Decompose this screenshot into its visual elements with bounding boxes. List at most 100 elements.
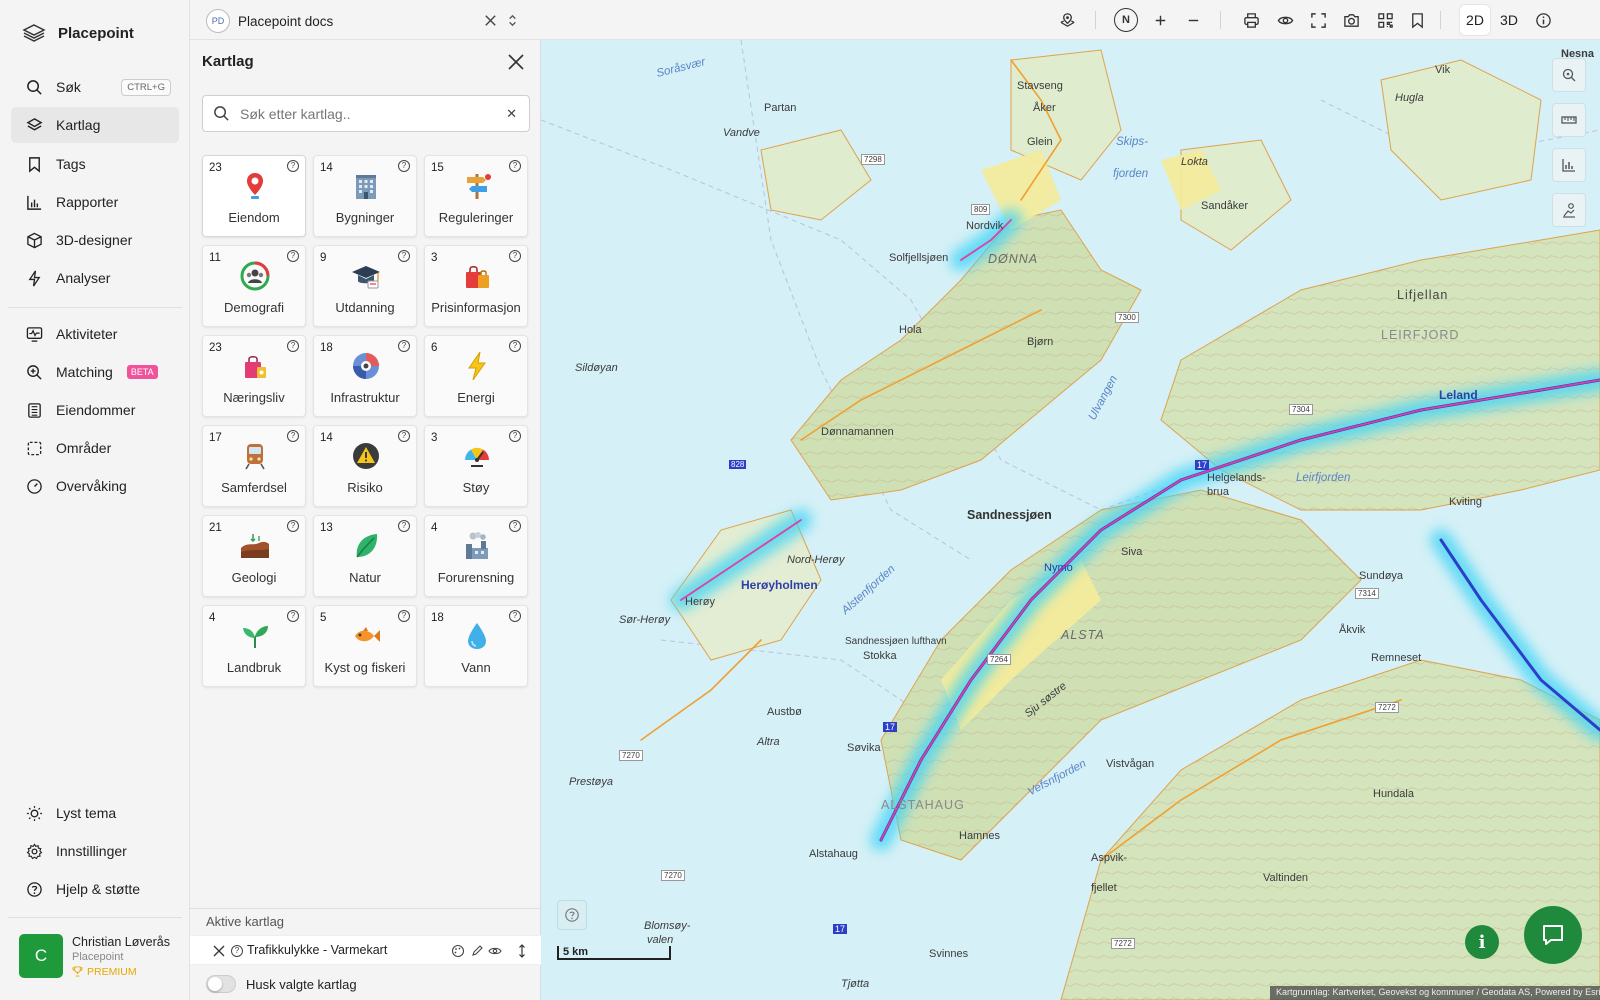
- nav-item-overvaking[interactable]: Overvåking: [11, 468, 179, 504]
- category-card-kyst-og-fiskeri[interactable]: 5 ? Kyst og fiskeri: [313, 605, 417, 687]
- help-icon[interactable]: ?: [398, 160, 410, 172]
- chat-button[interactable]: [1524, 906, 1582, 964]
- print-button[interactable]: [1240, 9, 1262, 31]
- category-card-forurensning[interactable]: 4 ? Forurensning: [424, 515, 528, 597]
- help-icon[interactable]: ?: [509, 610, 521, 622]
- zoom-out-button[interactable]: [1182, 9, 1204, 31]
- road-number: 7272: [1111, 938, 1135, 949]
- help-icon[interactable]: ?: [231, 945, 243, 957]
- category-card-prisinformasjon[interactable]: 3 ? Prisinformasjon: [424, 245, 528, 327]
- help-icon[interactable]: ?: [287, 430, 299, 442]
- nav-item-label: Matching: [56, 364, 113, 380]
- help-icon[interactable]: ?: [509, 160, 521, 172]
- palette-icon[interactable]: [451, 944, 465, 958]
- zoom-in-button[interactable]: [1149, 9, 1171, 31]
- nav-item-3d-designer[interactable]: 3D-designer: [11, 222, 179, 258]
- nav-item-aktiviteter[interactable]: Aktiviteter: [11, 316, 179, 352]
- workspace-switch-button[interactable]: [501, 9, 523, 31]
- map-view[interactable]: Soråsvær Nesna Vik Hugla Stavseng Åker P…: [541, 40, 1600, 1000]
- nav-item-sok[interactable]: Søk CTRL+G: [11, 69, 179, 105]
- help-icon[interactable]: ?: [398, 340, 410, 352]
- nav-item-lyst-tema[interactable]: Lyst tema: [11, 795, 179, 831]
- category-card-natur[interactable]: 13 ? Natur: [313, 515, 417, 597]
- category-card-vann[interactable]: 18 ? Vann: [424, 605, 528, 687]
- category-card-samferdsel[interactable]: 17 ? Samferdsel: [202, 425, 306, 507]
- view-3d-button[interactable]: 3D: [1494, 5, 1524, 35]
- help-icon[interactable]: ?: [509, 250, 521, 262]
- remember-layers-toggle[interactable]: [206, 975, 236, 993]
- category-card-demografi[interactable]: 11 ? Demografi: [202, 245, 306, 327]
- category-card-reguleringer[interactable]: 15 ? Reguleringer: [424, 155, 528, 237]
- workspace-selector[interactable]: PD Placepoint docs: [206, 9, 333, 33]
- map-label: Altra: [757, 736, 780, 748]
- nav-item-tags[interactable]: Tags: [11, 146, 179, 182]
- help-icon[interactable]: ?: [287, 340, 299, 352]
- street-view-button[interactable]: [1552, 193, 1586, 227]
- compass-button[interactable]: N: [1114, 8, 1138, 32]
- active-layer-row[interactable]: ? Trafikkulykke - Varmekart: [190, 935, 541, 965]
- nav-item-rapporter[interactable]: Rapporter: [11, 184, 179, 220]
- help-icon[interactable]: ?: [509, 340, 521, 352]
- category-card-risiko[interactable]: 14 ? Risiko: [313, 425, 417, 507]
- fullscreen-button[interactable]: [1307, 9, 1329, 31]
- nav-item-eiendommer[interactable]: Eiendommer: [11, 392, 179, 428]
- help-icon[interactable]: ?: [509, 520, 521, 532]
- layer-search-input[interactable]: [240, 105, 490, 122]
- category-card-energi[interactable]: 6 ? Energi: [424, 335, 528, 417]
- panel-close-button[interactable]: [506, 52, 526, 72]
- help-icon[interactable]: ?: [287, 610, 299, 622]
- edit-icon[interactable]: [470, 944, 484, 958]
- search-clear-button[interactable]: ✕: [506, 106, 517, 122]
- map-label: Partan: [764, 102, 797, 114]
- qr-code-button[interactable]: [1374, 9, 1396, 31]
- help-icon[interactable]: ?: [398, 610, 410, 622]
- screenshot-button[interactable]: [1340, 9, 1362, 31]
- help-icon[interactable]: ?: [287, 520, 299, 532]
- category-card-stoy[interactable]: 3 ? Støy: [424, 425, 528, 507]
- help-icon[interactable]: ?: [398, 520, 410, 532]
- nav-item-label: Lyst tema: [56, 805, 117, 821]
- category-label: Bygninger: [335, 210, 395, 225]
- visibility-button[interactable]: [1274, 9, 1296, 31]
- help-icon[interactable]: ?: [287, 250, 299, 262]
- category-card-bygninger[interactable]: 14 ? Bygninger: [313, 155, 417, 237]
- user-profile[interactable]: C Christian Løverås Placepoint PREMIUM: [19, 934, 170, 978]
- map-info-button[interactable]: i: [1465, 925, 1499, 959]
- remove-layer-icon[interactable]: [212, 944, 226, 958]
- help-icon[interactable]: ?: [398, 430, 410, 442]
- map-label: Solfjellsjøen: [889, 252, 949, 264]
- help-icon[interactable]: ?: [398, 250, 410, 262]
- category-card-infrastruktur[interactable]: 18 ? Infrastruktur: [313, 335, 417, 417]
- statistics-button[interactable]: [1552, 148, 1586, 182]
- category-card-landbruk[interactable]: 4 ? Landbruk: [202, 605, 306, 687]
- nav-item-kartlag[interactable]: Kartlag: [11, 107, 179, 143]
- view-2d-button[interactable]: 2D: [1460, 5, 1490, 35]
- category-card-geologi[interactable]: 21 ? Geologi: [202, 515, 306, 597]
- category-card-utdanning[interactable]: 9 ? Utdanning: [313, 245, 417, 327]
- train-icon: [237, 439, 273, 473]
- nav-item-innstillinger[interactable]: Innstillinger: [11, 833, 179, 869]
- help-icon[interactable]: ?: [287, 160, 299, 172]
- measure-button[interactable]: [1552, 103, 1586, 137]
- eye-icon[interactable]: [488, 944, 502, 958]
- map-label: Tjøtta: [841, 978, 870, 990]
- close-icon: [508, 54, 524, 70]
- map-help-button[interactable]: [557, 900, 587, 930]
- map-search-location-button[interactable]: [1552, 58, 1586, 92]
- drag-handle-icon[interactable]: [515, 944, 529, 958]
- info-button[interactable]: [1532, 9, 1554, 31]
- bookmark-button[interactable]: [1406, 9, 1428, 31]
- map-label: Hugla: [1395, 92, 1424, 104]
- map-label: Hamnes: [959, 830, 1000, 842]
- nav-item-matching[interactable]: Matching BETA: [11, 354, 179, 390]
- help-icon[interactable]: ?: [509, 430, 521, 442]
- category-card-naeringsliv[interactable]: 23 ? Næringsliv: [202, 335, 306, 417]
- active-layer-name: Trafikkulykke - Varmekart: [247, 943, 388, 957]
- nav-item-hjelp[interactable]: Hjelp & støtte: [11, 871, 179, 907]
- brand[interactable]: Placepoint: [22, 22, 134, 44]
- nav-item-analyser[interactable]: Analyser: [11, 260, 179, 296]
- map-style-button[interactable]: [1056, 9, 1078, 31]
- workspace-clear-button[interactable]: [479, 9, 501, 31]
- nav-item-omrader[interactable]: Områder: [11, 430, 179, 466]
- category-card-eiendom[interactable]: 23 ? Eiendom: [202, 155, 306, 237]
